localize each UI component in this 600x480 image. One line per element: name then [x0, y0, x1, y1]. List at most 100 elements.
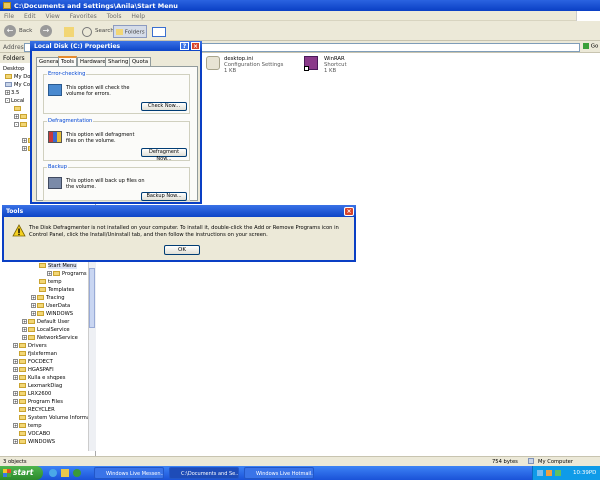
tree-item-local-disk[interactable]: - Local: [5, 98, 24, 104]
tree-item-lexmarkdiag[interactable]: LexmarkDiag: [19, 383, 62, 389]
taskbar: start Windows Live Messen... C:\Document…: [0, 466, 600, 480]
group-backup: Backup This option will back up files on…: [43, 164, 190, 201]
tree-item-floppy[interactable]: +3.5: [5, 90, 19, 96]
tree-item-templates[interactable]: Templates: [39, 287, 74, 293]
go-button[interactable]: Go: [583, 43, 599, 52]
group-defragmentation: Defragmentation This option will defragm…: [43, 118, 190, 162]
tree-item-windows[interactable]: + WINDOWS: [31, 311, 73, 317]
folders-button[interactable]: Folders: [113, 25, 147, 38]
search-button[interactable]: Search: [93, 25, 114, 38]
group-error-checking: Error-checking This option will check th…: [43, 71, 190, 114]
group-title: Backup: [47, 164, 69, 170]
tree-item-recycler[interactable]: RECYCLER: [19, 407, 55, 413]
views-icon[interactable]: [152, 27, 166, 37]
group-text: This option will check the volume for er…: [66, 85, 130, 97]
tree-item-drivers[interactable]: + Drivers: [13, 343, 47, 349]
defragment-now-button[interactable]: Defragment Now...: [141, 148, 187, 162]
defrag-icon: [48, 131, 62, 143]
folders-scrollbar-thumb[interactable]: [89, 268, 95, 328]
menu-file[interactable]: File: [4, 13, 14, 20]
task-hotmail[interactable]: Windows Live Hotmail...: [244, 467, 314, 479]
shortcut-arrow-icon: [304, 66, 309, 71]
tree-item-userdata[interactable]: + UserData: [31, 303, 70, 309]
menu-help[interactable]: Help: [131, 13, 145, 20]
windows-logo-icon: [576, 11, 600, 21]
tree-item-tracing[interactable]: + Tracing: [31, 295, 65, 301]
properties-title: Local Disk (C:) Properties: [34, 43, 121, 50]
close-icon[interactable]: ×: [191, 42, 200, 50]
folders-icon: [116, 29, 123, 35]
tab-quota[interactable]: Quota: [129, 57, 152, 66]
tree-item-programs[interactable]: + Programs: [47, 271, 87, 277]
backup-now-button[interactable]: Backup Now...: [141, 192, 187, 201]
tree-item-system-volume[interactable]: System Volume Informati: [19, 415, 94, 421]
task-windows-live-messenger[interactable]: Windows Live Messen...: [94, 467, 164, 479]
properties-titlebar: Local Disk (C:) Properties ? ×: [30, 41, 202, 51]
tree-item-networkservice[interactable]: + NetworkService: [22, 335, 78, 341]
tree-item-temp[interactable]: temp: [39, 279, 62, 285]
tree-item-program-files[interactable]: + Program Files: [13, 399, 63, 405]
tree-item[interactable]: +: [14, 114, 29, 120]
back-arrow-icon[interactable]: ←: [4, 25, 16, 37]
status-size: 754 bytes: [492, 459, 518, 465]
clock: 10:39PD: [573, 470, 597, 476]
tab-sharing[interactable]: Sharing: [105, 57, 132, 66]
group-title: Error-checking: [47, 71, 87, 77]
properties-dialog: Local Disk (C:) Properties ? × General T…: [30, 41, 202, 204]
check-now-button[interactable]: Check Now...: [141, 102, 187, 111]
go-label: Go: [590, 43, 599, 50]
tree-item-hgaspafi[interactable]: + HGASPAFI: [13, 367, 54, 373]
tools-dialog: Tools × The Disk Defragmenter is not ins…: [2, 205, 356, 262]
messenger-icon[interactable]: [73, 469, 81, 477]
tray-app-icon[interactable]: [555, 470, 561, 476]
tree-item-desktop[interactable]: Desktop: [3, 66, 24, 72]
folder-icon: [3, 2, 11, 9]
menu-view[interactable]: View: [46, 13, 60, 20]
window-title: C:\Documents and Settings\Anila\Start Me…: [14, 2, 178, 10]
computer-icon: [528, 458, 534, 464]
network-icon[interactable]: [537, 470, 543, 476]
close-icon[interactable]: ×: [344, 207, 354, 216]
go-arrow-icon: [583, 43, 589, 49]
menu-favorites[interactable]: Favorites: [70, 13, 97, 20]
tree-item-focdect[interactable]: + FOCDECT: [13, 359, 53, 365]
menu-edit[interactable]: Edit: [24, 13, 36, 20]
windows-flag-icon: [3, 469, 11, 477]
tools-message: The Disk Defragmenter is not installed o…: [29, 225, 339, 238]
help-icon[interactable]: ?: [180, 42, 189, 50]
file-size: 1 KB: [324, 68, 337, 74]
volume-icon[interactable]: [546, 470, 552, 476]
up-folder-icon[interactable]: [64, 27, 74, 37]
tree-item-windows-root[interactable]: + WINDOWS: [13, 439, 55, 445]
tree-item-kulla[interactable]: + Kulla e shqpes: [13, 375, 65, 381]
back-button-label[interactable]: Back: [17, 25, 32, 38]
tree-item-start-menu[interactable]: Start Menu: [39, 263, 77, 269]
window-titlebar: C:\Documents and Settings\Anila\Start Me…: [0, 0, 600, 11]
tools-title: Tools: [6, 208, 24, 215]
start-button[interactable]: start: [0, 466, 43, 480]
system-tray: 10:39PD: [532, 466, 600, 480]
tree-item-vocabo[interactable]: VOCABO: [19, 431, 50, 437]
outlook-icon[interactable]: [61, 469, 69, 477]
tree-item-temp-root[interactable]: + temp: [13, 423, 42, 429]
ie-icon[interactable]: [49, 469, 57, 477]
tree-item[interactable]: [14, 106, 23, 112]
forward-arrow-icon[interactable]: →: [40, 25, 52, 37]
search-icon[interactable]: [82, 27, 92, 37]
tree-item[interactable]: -: [14, 122, 29, 128]
group-title: Defragmentation: [47, 118, 94, 124]
tree-item-lrx2600[interactable]: + LRX2600: [13, 391, 51, 397]
folders-label: Folders: [124, 29, 145, 36]
tree-item-fjslxferman[interactable]: fjslxferman: [19, 351, 57, 357]
tab-hardware[interactable]: Hardware: [77, 57, 109, 66]
warning-icon: [12, 224, 26, 237]
status-objects: 3 objects: [3, 459, 27, 465]
status-bar: 3 objects 754 bytes My Computer: [0, 456, 600, 466]
task-explorer[interactable]: C:\Documents and Se...: [169, 467, 239, 479]
status-location: My Computer: [538, 459, 573, 465]
tree-item-localservice[interactable]: + LocalService: [22, 327, 70, 333]
menu-tools[interactable]: Tools: [107, 13, 122, 20]
tab-tools[interactable]: Tools: [58, 56, 78, 66]
ok-button[interactable]: OK: [164, 245, 200, 255]
tree-item-default-user[interactable]: + Default User: [22, 319, 69, 325]
